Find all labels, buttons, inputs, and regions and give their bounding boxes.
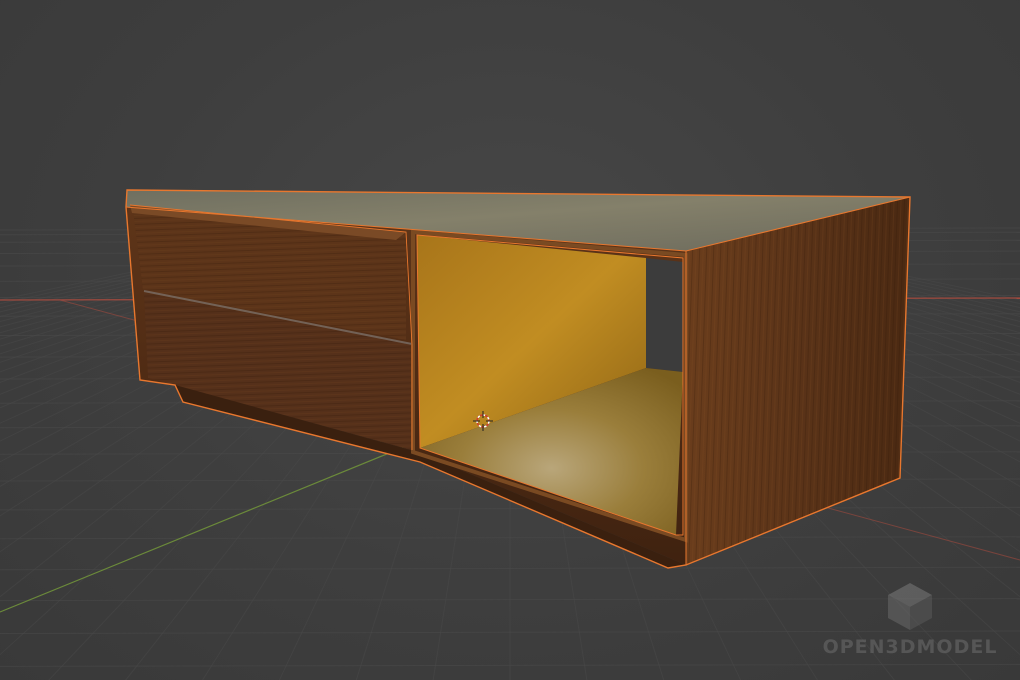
watermark: OPEN3DMODEL xyxy=(823,580,996,658)
table-side-right-grain xyxy=(686,197,910,565)
coffee-table[interactable] xyxy=(125,189,911,569)
3d-viewport[interactable]: OPEN3DMODEL xyxy=(0,0,1020,680)
scene-canvas[interactable] xyxy=(0,0,1020,680)
compartment-right-opening xyxy=(646,258,683,372)
cube-logo-icon xyxy=(888,583,932,630)
watermark-text: OPEN3DMODEL xyxy=(822,636,998,658)
